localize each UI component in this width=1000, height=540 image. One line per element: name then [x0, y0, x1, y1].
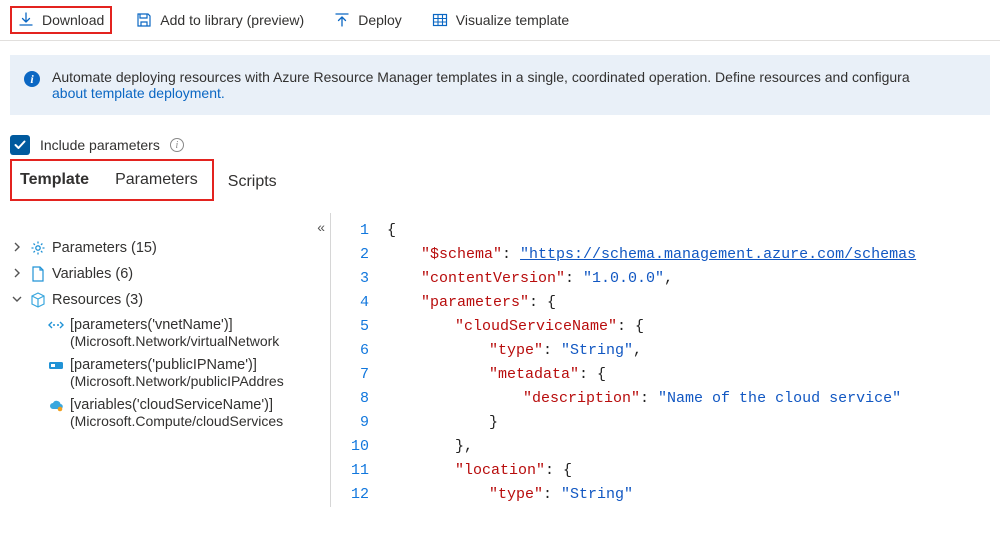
visualize-label: Visualize template — [456, 12, 569, 28]
include-parameters-row: Include parameters i — [10, 135, 990, 155]
file-icon — [30, 266, 46, 282]
grid-icon — [432, 12, 448, 28]
resource-type: (Microsoft.Network/publicIPAddres — [48, 373, 330, 389]
info-link[interactable]: about template deployment. — [52, 85, 225, 101]
info-icon: i — [24, 71, 40, 87]
line-number: 10 — [331, 435, 369, 459]
line-number: 9 — [331, 411, 369, 435]
chevron-right-icon — [10, 266, 24, 282]
main-body: « Parameters (15) Variables (6) — [0, 213, 1000, 507]
download-label: Download — [42, 12, 104, 28]
line-number: 6 — [331, 339, 369, 363]
tree-variables[interactable]: Variables (6) — [10, 261, 330, 287]
cloud-icon — [48, 397, 64, 413]
include-parameters-label: Include parameters — [40, 137, 160, 153]
tree-resources-label: Resources (3) — [52, 292, 143, 308]
tabs: Template Parameters Scripts — [10, 159, 990, 201]
line-gutter: 1 2 3 4 5 6 7 8 9 10 11 12 — [331, 213, 381, 507]
resource-item[interactable]: [parameters('publicIPName')] (Microsoft.… — [10, 353, 330, 393]
tree-variables-label: Variables (6) — [52, 266, 133, 282]
info-circle-icon[interactable]: i — [170, 138, 184, 152]
vnet-icon — [48, 317, 64, 333]
chevron-down-icon — [10, 292, 24, 308]
deploy-label: Deploy — [358, 12, 402, 28]
line-number: 3 — [331, 267, 369, 291]
tab-scripts[interactable]: Scripts — [214, 163, 291, 201]
toolbar: Download Add to library (preview) Deploy… — [0, 0, 1000, 41]
line-number: 12 — [331, 483, 369, 507]
resource-name: [parameters('vnetName')] — [70, 317, 233, 333]
info-banner: i Automate deploying resources with Azur… — [10, 55, 990, 115]
line-number: 5 — [331, 315, 369, 339]
visualize-button[interactable]: Visualize template — [426, 8, 575, 32]
line-number: 4 — [331, 291, 369, 315]
tab-template[interactable]: Template — [18, 167, 91, 193]
line-number: 2 — [331, 243, 369, 267]
download-button[interactable]: Download — [10, 6, 112, 34]
add-to-library-label: Add to library (preview) — [160, 12, 304, 28]
resource-tree: « Parameters (15) Variables (6) — [0, 213, 330, 507]
cube-icon — [30, 292, 46, 308]
add-to-library-button[interactable]: Add to library (preview) — [130, 8, 310, 32]
include-parameters-checkbox[interactable] — [10, 135, 30, 155]
resource-type: (Microsoft.Network/virtualNetwork — [48, 333, 330, 349]
gear-icon — [30, 240, 46, 256]
resource-type: (Microsoft.Compute/cloudServices — [48, 413, 330, 429]
line-number: 1 — [331, 219, 369, 243]
collapse-tree-icon[interactable]: « — [10, 219, 330, 235]
resource-name: [parameters('publicIPName')] — [70, 357, 257, 373]
highlighted-tab-group: Template Parameters — [10, 159, 214, 201]
tree-parameters[interactable]: Parameters (15) — [10, 235, 330, 261]
deploy-button[interactable]: Deploy — [328, 8, 408, 32]
download-icon — [18, 12, 34, 28]
code-editor[interactable]: 1 2 3 4 5 6 7 8 9 10 11 12 { "$schema": … — [330, 213, 1000, 507]
resource-item[interactable]: [parameters('vnetName')] (Microsoft.Netw… — [10, 313, 330, 353]
public-ip-icon — [48, 357, 64, 373]
chevron-right-icon — [10, 240, 24, 256]
info-content: Automate deploying resources with Azure … — [52, 69, 910, 101]
upload-icon — [334, 12, 350, 28]
info-text: Automate deploying resources with Azure … — [52, 69, 910, 85]
tree-parameters-label: Parameters (15) — [52, 240, 157, 256]
code-body: { "$schema": "https://schema.management.… — [381, 213, 916, 507]
tab-parameters[interactable]: Parameters — [113, 167, 200, 193]
tree-resources[interactable]: Resources (3) — [10, 287, 330, 313]
resource-name: [variables('cloudServiceName')] — [70, 397, 273, 413]
line-number: 11 — [331, 459, 369, 483]
line-number: 8 — [331, 387, 369, 411]
resource-item[interactable]: [variables('cloudServiceName')] (Microso… — [10, 393, 330, 433]
save-icon — [136, 12, 152, 28]
line-number: 7 — [331, 363, 369, 387]
